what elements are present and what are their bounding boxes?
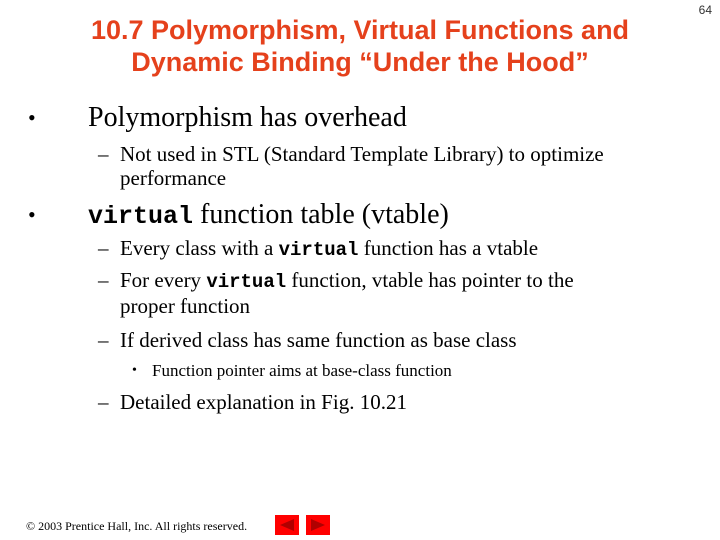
next-slide-button[interactable] (306, 515, 330, 535)
text-segment: function has a vtable (358, 236, 539, 260)
text-segment: function, vtable has pointer to the (286, 268, 574, 292)
copyright-text: © 2003 Prentice Hall, Inc. All rights re… (26, 519, 248, 533)
title-line-2: Dynamic Binding “Under the Hood” (131, 47, 589, 77)
bullet-glyph: • (132, 363, 137, 378)
code-virtual: virtual (278, 239, 359, 261)
sub-bullet-stl: – Not used in STL (Standard Template Lib… (98, 142, 680, 190)
sub-bullet-derived-class: – If derived class has same function as … (98, 328, 680, 352)
dash-glyph: – (98, 236, 109, 260)
bullet-text: function table (vtable) (193, 199, 449, 230)
sub-bullet-every-function: – For every virtual function, vtable has… (98, 268, 680, 318)
text-segment: Every class with a (120, 236, 279, 260)
sub-bullet-text-line2: proper function (120, 294, 251, 318)
slide-title: 10.7 Polymorphism, Virtual Functions and… (40, 14, 680, 78)
sub-bullet-detailed-explanation: – Detailed explanation in Fig. 10.21 (98, 390, 680, 414)
sub-bullet-text: Detailed explanation in Fig. 10.21 (120, 390, 407, 414)
prev-arrow-icon (280, 519, 294, 531)
page-number: 64 (698, 3, 712, 17)
dash-glyph: – (98, 328, 109, 352)
sub-sub-bullet-function-pointer: • Function pointer aims at base-class fu… (132, 361, 452, 381)
code-virtual: virtual (88, 202, 194, 231)
bullet-glyph: • (28, 105, 36, 130)
text-segment: For every (120, 268, 207, 292)
bullet-glyph: • (28, 202, 36, 227)
sub-bullet-text: If derived class has same function as ba… (120, 328, 517, 352)
dash-glyph: – (98, 142, 109, 166)
sub-bullet-every-class: – Every class with a virtual function ha… (98, 236, 680, 262)
dash-glyph: – (98, 390, 109, 414)
dash-glyph: – (98, 268, 109, 292)
next-arrow-icon (311, 519, 325, 531)
bullet-text: Polymorphism has overhead (88, 102, 407, 133)
code-virtual: virtual (206, 271, 287, 293)
sub-bullet-text-line1: Not used in STL (Standard Template Libra… (120, 142, 604, 166)
sub-bullet-text-line2: performance (120, 166, 227, 190)
title-line-1: 10.7 Polymorphism, Virtual Functions and (90, 15, 630, 45)
bullet-polymorphism-overhead: • Polymorphism has overhead (28, 102, 407, 133)
sub-sub-bullet-text: Function pointer aims at base-class func… (152, 361, 452, 380)
bullet-vtable: • virtual function table (vtable) (28, 199, 449, 232)
previous-slide-button[interactable] (275, 515, 299, 535)
